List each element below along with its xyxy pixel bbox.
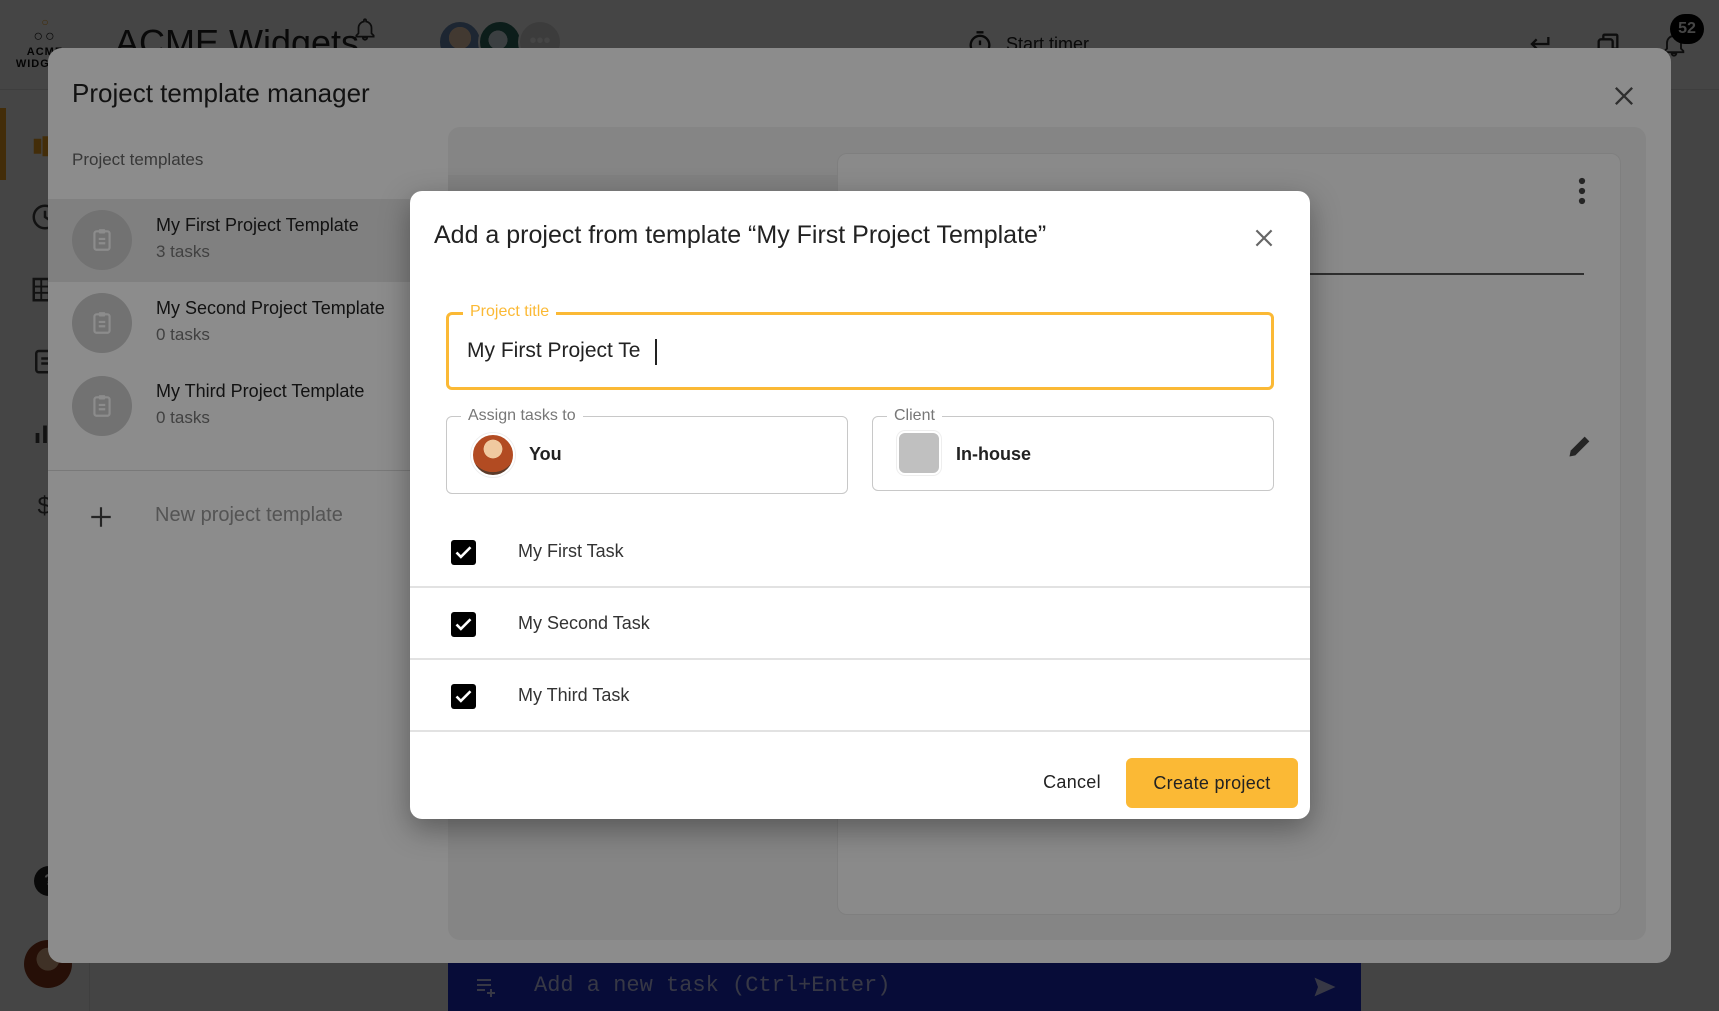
add-project-dialog: Add a project from template “My First Pr… <box>410 191 1310 819</box>
task-checkbox[interactable] <box>451 612 476 637</box>
task-row[interactable]: My Third Task <box>410 660 1310 732</box>
dialog-close-icon[interactable] <box>1251 225 1277 251</box>
assignee-avatar <box>471 433 515 477</box>
checkmark-icon <box>455 546 472 559</box>
client-value: In-house <box>956 444 1031 464</box>
task-label: My First Task <box>518 541 624 561</box>
task-label: My Third Task <box>518 685 630 705</box>
checkmark-icon <box>455 690 472 703</box>
task-checkbox[interactable] <box>451 684 476 709</box>
project-title-input[interactable] <box>467 335 1247 367</box>
project-title-field[interactable]: Project title <box>446 302 1274 390</box>
task-label: My Second Task <box>518 613 650 633</box>
project-title-label: Project title <box>463 302 557 322</box>
task-row[interactable]: My First Task <box>410 516 1310 588</box>
task-list: My First Task My Second Task My Third Ta… <box>410 516 1310 732</box>
checkmark-icon <box>455 618 472 631</box>
create-project-button[interactable]: Create project <box>1126 758 1298 808</box>
client-label: Client <box>887 406 942 426</box>
cancel-button[interactable]: Cancel <box>1028 758 1116 806</box>
assign-tasks-label: Assign tasks to <box>461 406 583 426</box>
task-row[interactable]: My Second Task <box>410 588 1310 660</box>
task-checkbox[interactable] <box>451 540 476 565</box>
client-color-swatch <box>897 431 941 475</box>
assignee-value: You <box>529 444 562 464</box>
assign-tasks-select[interactable]: Assign tasks to You <box>446 406 848 494</box>
text-caret <box>655 339 657 365</box>
dialog-title: Add a project from template “My First Pr… <box>434 221 1047 249</box>
client-select[interactable]: Client In-house <box>872 406 1274 491</box>
